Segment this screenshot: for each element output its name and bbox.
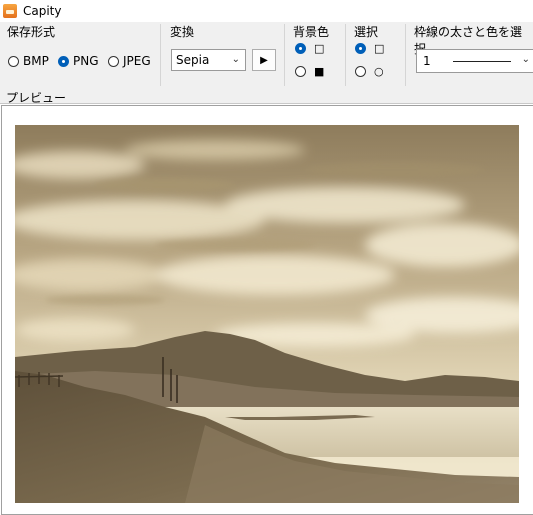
group-divider bbox=[345, 24, 346, 86]
preview-canvas bbox=[1, 105, 533, 515]
convert-group-label: 変換 bbox=[170, 25, 195, 39]
chevron-down-icon: ⌄ bbox=[231, 54, 240, 65]
format-jpeg-radio[interactable] bbox=[108, 56, 119, 67]
toolbar: 保存形式 BMP PNG JPEG 変換 Sepia ⌄ ▶ 背景色 □ ■ 選… bbox=[0, 22, 533, 88]
selection-group-label: 選択 bbox=[354, 25, 379, 39]
selection-rectangle-radio[interactable] bbox=[355, 43, 366, 54]
convert-select[interactable]: Sepia ⌄ bbox=[171, 49, 246, 71]
format-jpeg-label[interactable]: JPEG bbox=[123, 54, 151, 68]
chevron-down-icon: ⌄ bbox=[521, 54, 530, 65]
play-icon: ▶ bbox=[260, 54, 268, 66]
background-black-radio[interactable] bbox=[295, 66, 306, 77]
line-sample bbox=[453, 61, 511, 62]
title-bar: Capity bbox=[0, 0, 533, 22]
play-button[interactable]: ▶ bbox=[252, 49, 276, 71]
format-bmp-label[interactable]: BMP bbox=[23, 54, 49, 68]
background-group-label: 背景色 bbox=[293, 25, 330, 39]
format-png-radio[interactable] bbox=[58, 56, 69, 67]
window-title: Capity bbox=[23, 4, 62, 18]
format-group-label: 保存形式 bbox=[7, 25, 56, 39]
rectangle-icon: □ bbox=[374, 42, 385, 55]
capity-app-icon bbox=[3, 4, 17, 18]
border-width-value: 1 bbox=[423, 54, 431, 68]
border-width-select[interactable]: 1 ⌄ bbox=[416, 49, 533, 73]
convert-select-value: Sepia bbox=[176, 53, 210, 67]
preview-image bbox=[15, 125, 519, 503]
selection-ellipse-radio[interactable] bbox=[355, 66, 366, 77]
format-png-label[interactable]: PNG bbox=[73, 54, 99, 68]
format-bmp-radio[interactable] bbox=[8, 56, 19, 67]
background-white-radio[interactable] bbox=[295, 43, 306, 54]
background-black-square-icon: ■ bbox=[314, 65, 325, 78]
group-divider bbox=[284, 24, 285, 86]
group-divider bbox=[405, 24, 406, 86]
group-divider bbox=[160, 24, 161, 86]
ellipse-icon: ○ bbox=[374, 65, 384, 78]
background-white-square-icon: □ bbox=[314, 42, 325, 55]
preview-panel bbox=[0, 103, 533, 515]
